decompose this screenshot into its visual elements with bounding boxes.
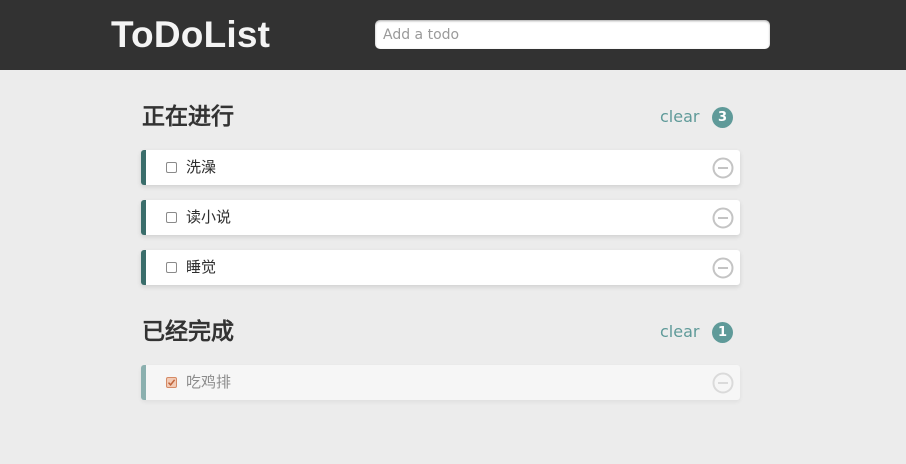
minus-circle-icon[interactable] — [712, 372, 734, 394]
todo-checkbox[interactable] — [166, 212, 177, 223]
todo-item: 洗澡 — [141, 150, 740, 185]
todo-checkbox[interactable] — [166, 262, 177, 273]
todo-text: 吃鸡排 — [186, 373, 232, 391]
todo-item: 睡觉 — [141, 250, 740, 285]
checkmark-icon — [167, 379, 176, 386]
active-section-title: 正在进行 — [142, 104, 234, 130]
todo-text: 洗澡 — [186, 158, 217, 176]
done-section-title: 已经完成 — [142, 319, 234, 345]
add-todo-input[interactable] — [375, 20, 770, 49]
app-header: ToDoList — [0, 0, 906, 70]
active-count-badge: 3 — [712, 107, 733, 128]
todo-checkbox[interactable] — [166, 162, 177, 173]
clear-done-button[interactable]: clear — [660, 322, 699, 342]
clear-active-button[interactable]: clear — [660, 107, 699, 127]
todo-item: 吃鸡排 — [141, 365, 740, 400]
minus-circle-icon[interactable] — [712, 207, 734, 229]
minus-circle-icon[interactable] — [712, 257, 734, 279]
minus-circle-icon[interactable] — [712, 157, 734, 179]
todo-checkbox-checked[interactable] — [166, 377, 177, 388]
done-count-badge: 1 — [712, 322, 733, 343]
todo-item: 读小说 — [141, 200, 740, 235]
todo-text: 读小说 — [186, 208, 232, 226]
todo-text: 睡觉 — [186, 258, 217, 276]
app-logo: ToDoList — [111, 14, 271, 55]
